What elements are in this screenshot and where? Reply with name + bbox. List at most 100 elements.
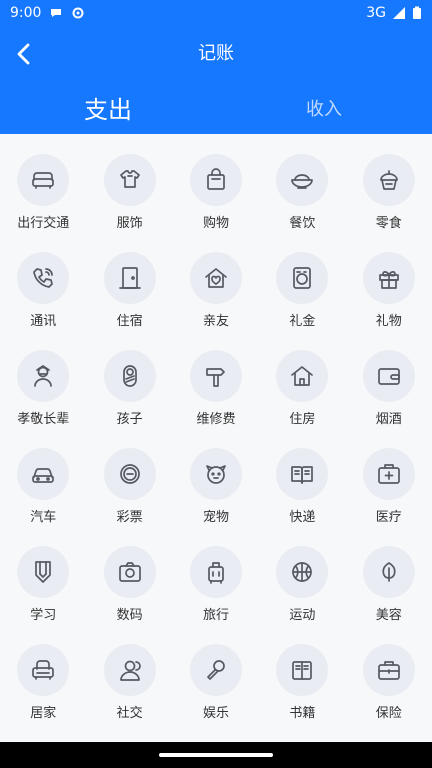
category-item[interactable]: 住宿 [86,252,172,350]
category-icon-wrap [276,644,329,696]
category-icon-wrap [17,644,70,696]
category-label: 购物 [202,216,229,231]
category-item[interactable]: 运动 [259,546,345,644]
category-icon-wrap [189,546,242,598]
chat-notification-icon [51,9,62,17]
house-icon [291,366,314,386]
category-item[interactable]: 购物 [173,154,259,252]
category-icon-wrap [362,448,415,500]
category-icon-wrap [276,154,329,206]
header: 记账 支出 收入 [0,26,432,134]
armchair-icon [32,660,55,680]
category-icon-wrap [189,350,242,402]
tab-expense[interactable]: 支出 [84,90,132,130]
tab-bar: 支出 收入 [0,90,432,130]
category-item[interactable]: 彩票 [86,448,172,546]
category-label: 彩票 [116,510,143,525]
category-label: 居家 [30,706,57,721]
category-icon-wrap [17,448,70,500]
washer-icon [293,267,312,289]
category-item[interactable]: 居家 [0,644,86,742]
category-icon-wrap [362,644,415,696]
category-icon-wrap [189,448,242,500]
battery-icon [413,6,421,19]
category-icon-wrap [103,350,156,402]
baby-icon [122,365,137,387]
signal-icon [393,7,405,19]
book-icon [292,661,313,680]
category-icon-wrap [276,448,329,500]
category-label: 住房 [289,412,316,427]
category-icon-wrap [362,252,415,304]
shirt-icon [119,170,140,188]
category-label: 学习 [30,608,57,623]
elder-icon [34,365,53,387]
category-icon-wrap [276,546,329,598]
category-item[interactable]: 服饰 [86,154,172,252]
category-item[interactable]: 医疗 [346,448,432,546]
category-item[interactable]: 礼金 [259,252,345,350]
category-label: 医疗 [375,510,402,525]
system-nav-bar [0,742,432,768]
leaf-icon [382,562,396,582]
basketball-icon [292,562,313,582]
category-item[interactable]: 学习 [0,546,86,644]
category-item[interactable]: 孩子 [86,350,172,448]
camera-icon [118,562,141,582]
category-item[interactable]: 烟酒 [346,350,432,448]
tab-income[interactable]: 收入 [306,90,342,130]
category-item[interactable]: 美容 [346,546,432,644]
lottery-icon [119,464,140,484]
status-bar: 9:00 3G [0,0,432,26]
category-item[interactable]: 零食 [346,154,432,252]
category-icon-wrap [103,154,156,206]
category-item[interactable]: 汽车 [0,448,86,546]
briefcase-icon [377,661,400,680]
category-icon-wrap [362,350,415,402]
category-icon-wrap [276,350,329,402]
category-label: 服饰 [116,216,143,231]
category-label: 旅行 [202,608,229,623]
category-item[interactable]: 维修费 [173,350,259,448]
category-item[interactable]: 礼物 [346,252,432,350]
home-heart-icon [205,268,227,288]
medkit-icon [377,464,400,484]
page-title: 记账 [198,43,234,64]
category-item[interactable]: 宠物 [173,448,259,546]
category-label: 运动 [289,608,316,623]
category-item[interactable]: 餐饮 [259,154,345,252]
bag-icon [207,168,225,190]
category-item[interactable]: 孝敬长辈 [0,350,86,448]
category-icon-wrap [189,644,242,696]
category-label: 美容 [375,608,402,623]
status-time: 9:00 [10,5,42,21]
category-item[interactable]: 通讯 [0,252,86,350]
category-label: 住宿 [116,314,143,329]
category-item[interactable]: 出行交通 [0,154,86,252]
category-item[interactable]: 旅行 [173,546,259,644]
category-item[interactable]: 书籍 [259,644,345,742]
category-icon-wrap [17,154,70,206]
category-label: 零食 [375,216,402,231]
category-item[interactable]: 住房 [259,350,345,448]
category-item[interactable]: 亲友 [173,252,259,350]
category-icon-wrap [17,350,70,402]
category-label: 维修费 [196,412,236,427]
category-label: 保险 [375,706,402,721]
category-icon-wrap [103,644,156,696]
category-label: 通讯 [30,314,57,329]
gift-icon [378,271,399,289]
pet-icon [206,465,226,484]
category-icon-wrap [189,252,242,304]
home-indicator[interactable] [159,753,273,757]
category-label: 娱乐 [202,706,229,721]
category-item[interactable]: 娱乐 [173,644,259,742]
category-item[interactable]: 数码 [86,546,172,644]
category-label: 社交 [116,706,143,721]
category-item[interactable]: 快递 [259,448,345,546]
category-icon-wrap [17,252,70,304]
category-label: 数码 [116,608,143,623]
category-item[interactable]: 社交 [86,644,172,742]
category-label: 礼金 [289,314,316,329]
category-item[interactable]: 保险 [346,644,432,742]
